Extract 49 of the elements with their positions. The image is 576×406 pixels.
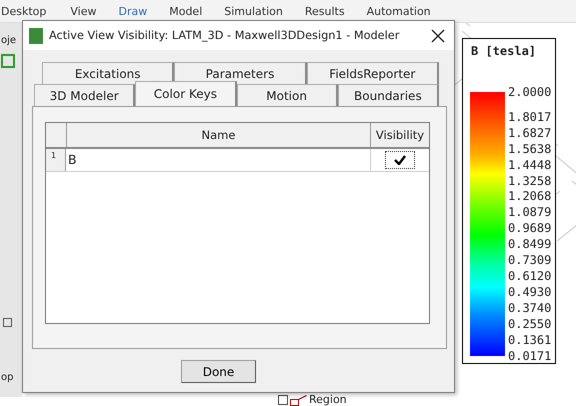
scale-label: 0.7309 bbox=[508, 253, 552, 269]
tab[interactable]: Motion bbox=[236, 84, 338, 106]
expand-icon[interactable] bbox=[278, 395, 288, 405]
scale-label: 1.6827 bbox=[508, 126, 552, 142]
app-icon bbox=[29, 28, 43, 44]
legend-title: B [tesla] bbox=[471, 44, 538, 58]
ribbon-tab[interactable]: Model bbox=[169, 4, 202, 18]
scale-label: 0.4930 bbox=[508, 284, 552, 301]
scale-label: 1.8017 bbox=[508, 110, 552, 126]
object-icon bbox=[290, 394, 307, 406]
scale-label: 0.8499 bbox=[508, 237, 552, 254]
tab[interactable]: Parameters bbox=[174, 62, 307, 84]
scale-label: 0.3740 bbox=[508, 300, 552, 317]
check-icon bbox=[394, 155, 406, 165]
scale-label: 0.6120 bbox=[508, 268, 552, 285]
window-title: Active View Visibility: LATM_3D - Maxwell3DDesign1 - Modeler bbox=[49, 29, 400, 42]
scale-label: 0.1361 bbox=[508, 332, 552, 348]
column-header[interactable]: Visibility bbox=[371, 123, 429, 147]
ribbon-tab[interactable]: Draw bbox=[118, 4, 148, 18]
ribbon-tab[interactable]: Desktop bbox=[1, 4, 46, 18]
tab[interactable]: FieldsReporter bbox=[306, 62, 439, 84]
scale-label: 1.2068 bbox=[508, 189, 552, 206]
row-header: 1 bbox=[46, 149, 66, 171]
expand-icon[interactable] bbox=[3, 318, 12, 327]
tab[interactable]: 3D Modeler bbox=[34, 84, 136, 106]
tree-item[interactable]: Region bbox=[309, 394, 347, 406]
visibility-checkbox[interactable] bbox=[385, 151, 415, 169]
tab[interactable]: Color Keys bbox=[135, 81, 236, 106]
close-icon[interactable] bbox=[431, 28, 445, 42]
project-icon bbox=[1, 54, 15, 68]
panel-text: oje bbox=[1, 35, 18, 46]
panel-text: op bbox=[1, 372, 14, 383]
scale-label: 1.4448 bbox=[508, 158, 552, 174]
ribbon-tab[interactable]: Automation bbox=[366, 4, 431, 18]
done-button[interactable]: Done bbox=[181, 360, 256, 383]
ribbon-tab[interactable]: Results bbox=[304, 4, 345, 18]
scale-label: 0.2550 bbox=[508, 316, 552, 333]
ribbon-tab[interactable]: Simulation bbox=[224, 4, 283, 18]
scale-label: 0.0171 bbox=[508, 348, 552, 364]
scale-label: 0.9689 bbox=[508, 221, 552, 238]
column-header[interactable]: Name bbox=[67, 123, 371, 147]
scale-label: 1.0879 bbox=[508, 205, 552, 222]
scale-label: 1.3258 bbox=[508, 174, 552, 190]
scale-label: 1.5638 bbox=[508, 142, 552, 158]
ribbon-tab[interactable]: View bbox=[70, 4, 96, 18]
tab[interactable]: Boundaries bbox=[338, 84, 439, 106]
table-cell: B bbox=[66, 149, 371, 171]
scale-label: 2.0000 bbox=[508, 85, 552, 101]
tab[interactable]: Excitations bbox=[42, 62, 174, 84]
